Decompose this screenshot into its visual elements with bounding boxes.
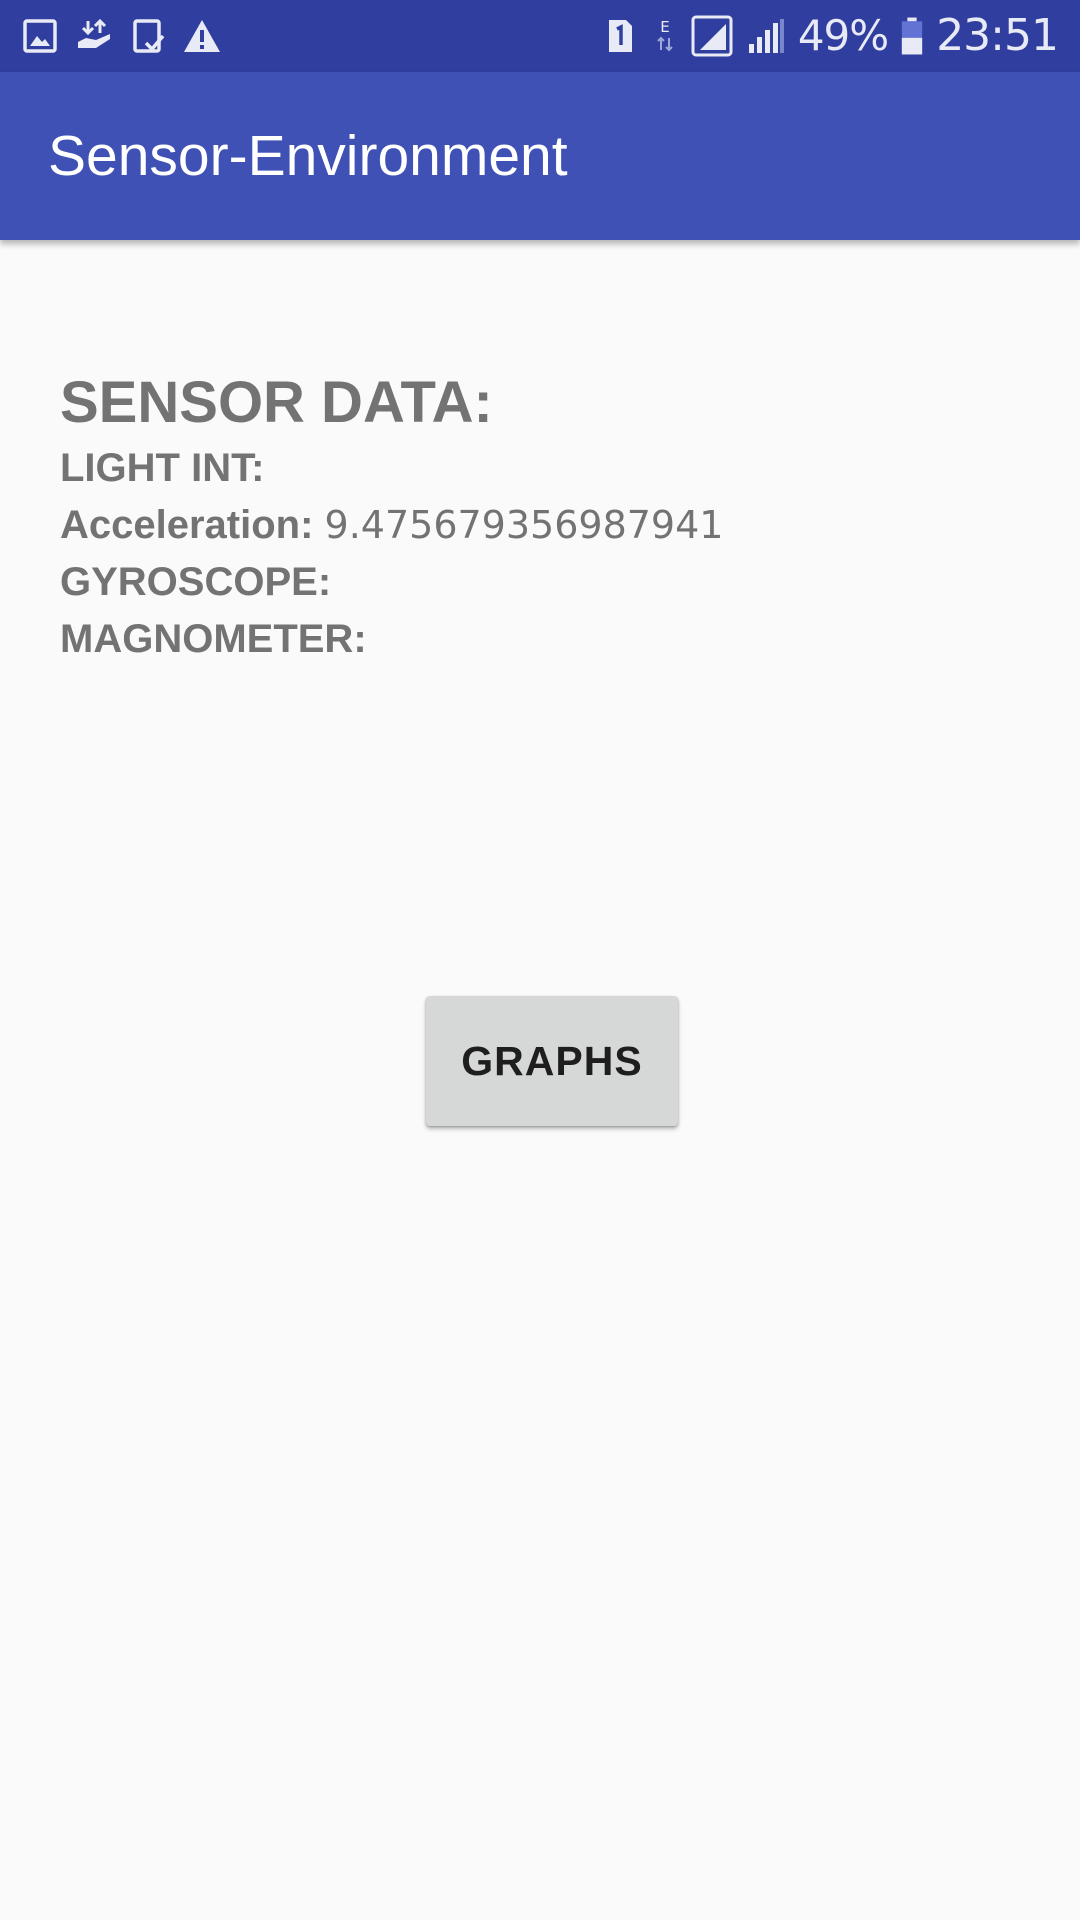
app-title: Sensor-Environment [48, 124, 568, 188]
status-system: E 49% 23:51 [600, 6, 1059, 66]
status-notifications [20, 14, 222, 58]
light-intensity-label: LIGHT INT: [60, 446, 265, 490]
battery-icon [902, 17, 923, 55]
svg-text:E: E [660, 18, 669, 36]
graphs-button[interactable]: GRAPHS [426, 996, 678, 1126]
sensor-data-panel: SENSOR DATA: LIGHT INT: Acceleration: 9.… [60, 370, 1020, 668]
signal-icon [748, 19, 784, 53]
app-bar: Sensor-Environment [0, 72, 1080, 240]
acceleration-value: 9.475679356987941 [324, 503, 724, 547]
signal-box-icon [691, 15, 733, 57]
download-icon [78, 18, 110, 48]
battery-percentage: 49% [797, 11, 889, 60]
clock: 23:51 [936, 10, 1059, 61]
status-bar: E 49% 23:51 [0, 0, 1080, 72]
gyroscope-label: GYROSCOPE: [60, 560, 332, 604]
magnometer-label: MAGNOMETER: [60, 617, 367, 661]
sensor-data-heading: SENSOR DATA: [60, 370, 493, 435]
acceleration-row: Acceleration: 9.475679356987941 [60, 497, 1020, 554]
tablet-check-icon [133, 19, 165, 53]
data-e-icon: E [657, 18, 673, 52]
gallery-icon [23, 19, 57, 53]
acceleration-label: Acceleration: [60, 503, 314, 547]
sim-1-icon [608, 20, 632, 52]
screen: E 49% 23:51 Sensor-Environment SENSOR DA… [0, 0, 1080, 1920]
warning-icon [184, 20, 220, 52]
